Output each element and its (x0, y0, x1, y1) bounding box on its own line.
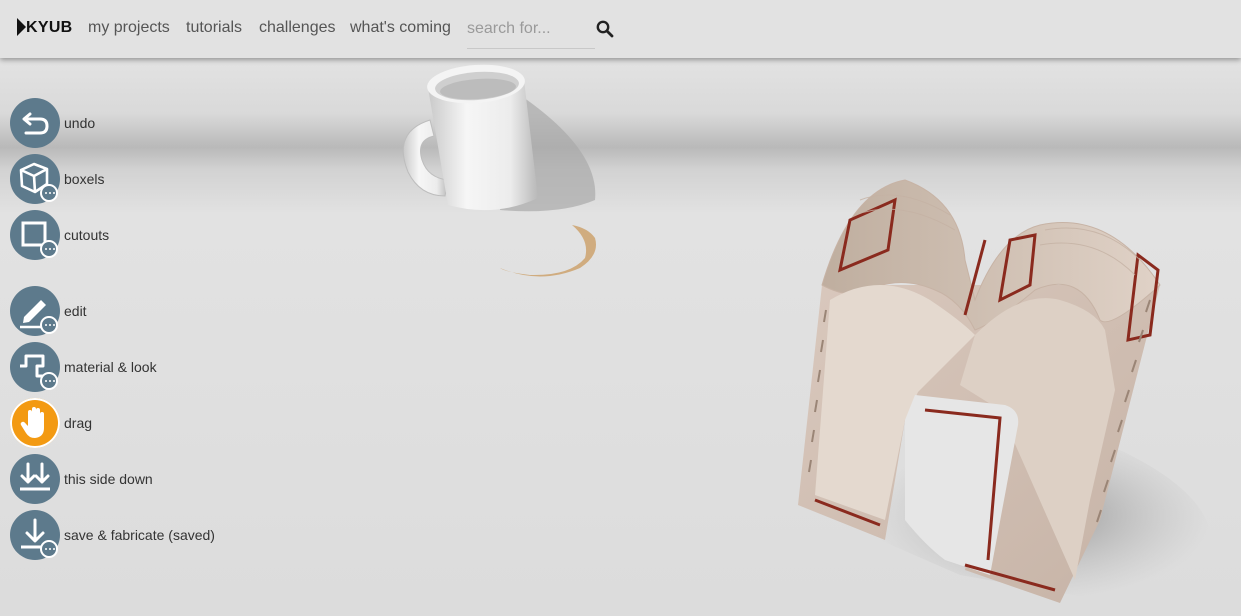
nav-whats-coming[interactable]: what's coming (350, 19, 451, 37)
nav-challenges[interactable]: challenges (259, 19, 336, 37)
kyub-logo[interactable]: KYUB (16, 18, 72, 40)
tool-label-undo: undo (64, 115, 96, 131)
tool-label-edit: edit (64, 303, 87, 319)
hand-icon (20, 407, 44, 438)
tool-this-side-down[interactable]: this side down (10, 453, 153, 505)
cutouts-button[interactable] (10, 210, 60, 260)
more-options-icon[interactable] (40, 540, 58, 558)
tool-save-fabricate[interactable]: save & fabricate (saved) (10, 509, 215, 561)
tool-label-material-look: material & look (64, 359, 157, 375)
logo-text: KYUB (26, 19, 73, 36)
nav-my-projects[interactable]: my projects (88, 19, 170, 37)
search-icon[interactable] (596, 20, 614, 38)
more-options-icon[interactable] (40, 240, 58, 258)
tool-label-save-fabricate: save & fabricate (saved) (64, 527, 215, 543)
tool-undo[interactable]: undo (10, 97, 95, 149)
this-side-down-button[interactable] (10, 454, 60, 504)
more-options-icon[interactable] (40, 184, 58, 202)
side-down-icon (20, 462, 50, 491)
tool-label-boxels: boxels (64, 171, 105, 187)
boxels-button[interactable] (10, 154, 60, 204)
edit-button[interactable] (10, 286, 60, 336)
search-field (467, 14, 595, 49)
more-options-icon[interactable] (40, 372, 58, 390)
nav-tutorials[interactable]: tutorials (186, 19, 242, 37)
tool-drag[interactable]: drag (10, 397, 92, 449)
tool-label-drag: drag (64, 415, 93, 431)
search-input[interactable] (467, 18, 593, 40)
tool-boxels[interactable]: boxels (10, 153, 104, 205)
undo-icon (22, 112, 49, 135)
tool-material-look[interactable]: material & look (10, 341, 157, 393)
undo-button[interactable] (10, 98, 60, 148)
tool-cutouts[interactable]: cutouts (10, 209, 109, 261)
top-navigation-bar: KYUB my projects tutorials challenges wh… (0, 0, 1241, 58)
material-look-button[interactable] (10, 342, 60, 392)
tool-edit[interactable]: edit (10, 285, 87, 337)
save-fabricate-button[interactable] (10, 510, 60, 560)
tool-label-this-side-down: this side down (64, 471, 153, 487)
drag-button[interactable] (10, 398, 60, 448)
tool-label-cutouts: cutouts (64, 227, 110, 243)
more-options-icon[interactable] (40, 316, 58, 334)
